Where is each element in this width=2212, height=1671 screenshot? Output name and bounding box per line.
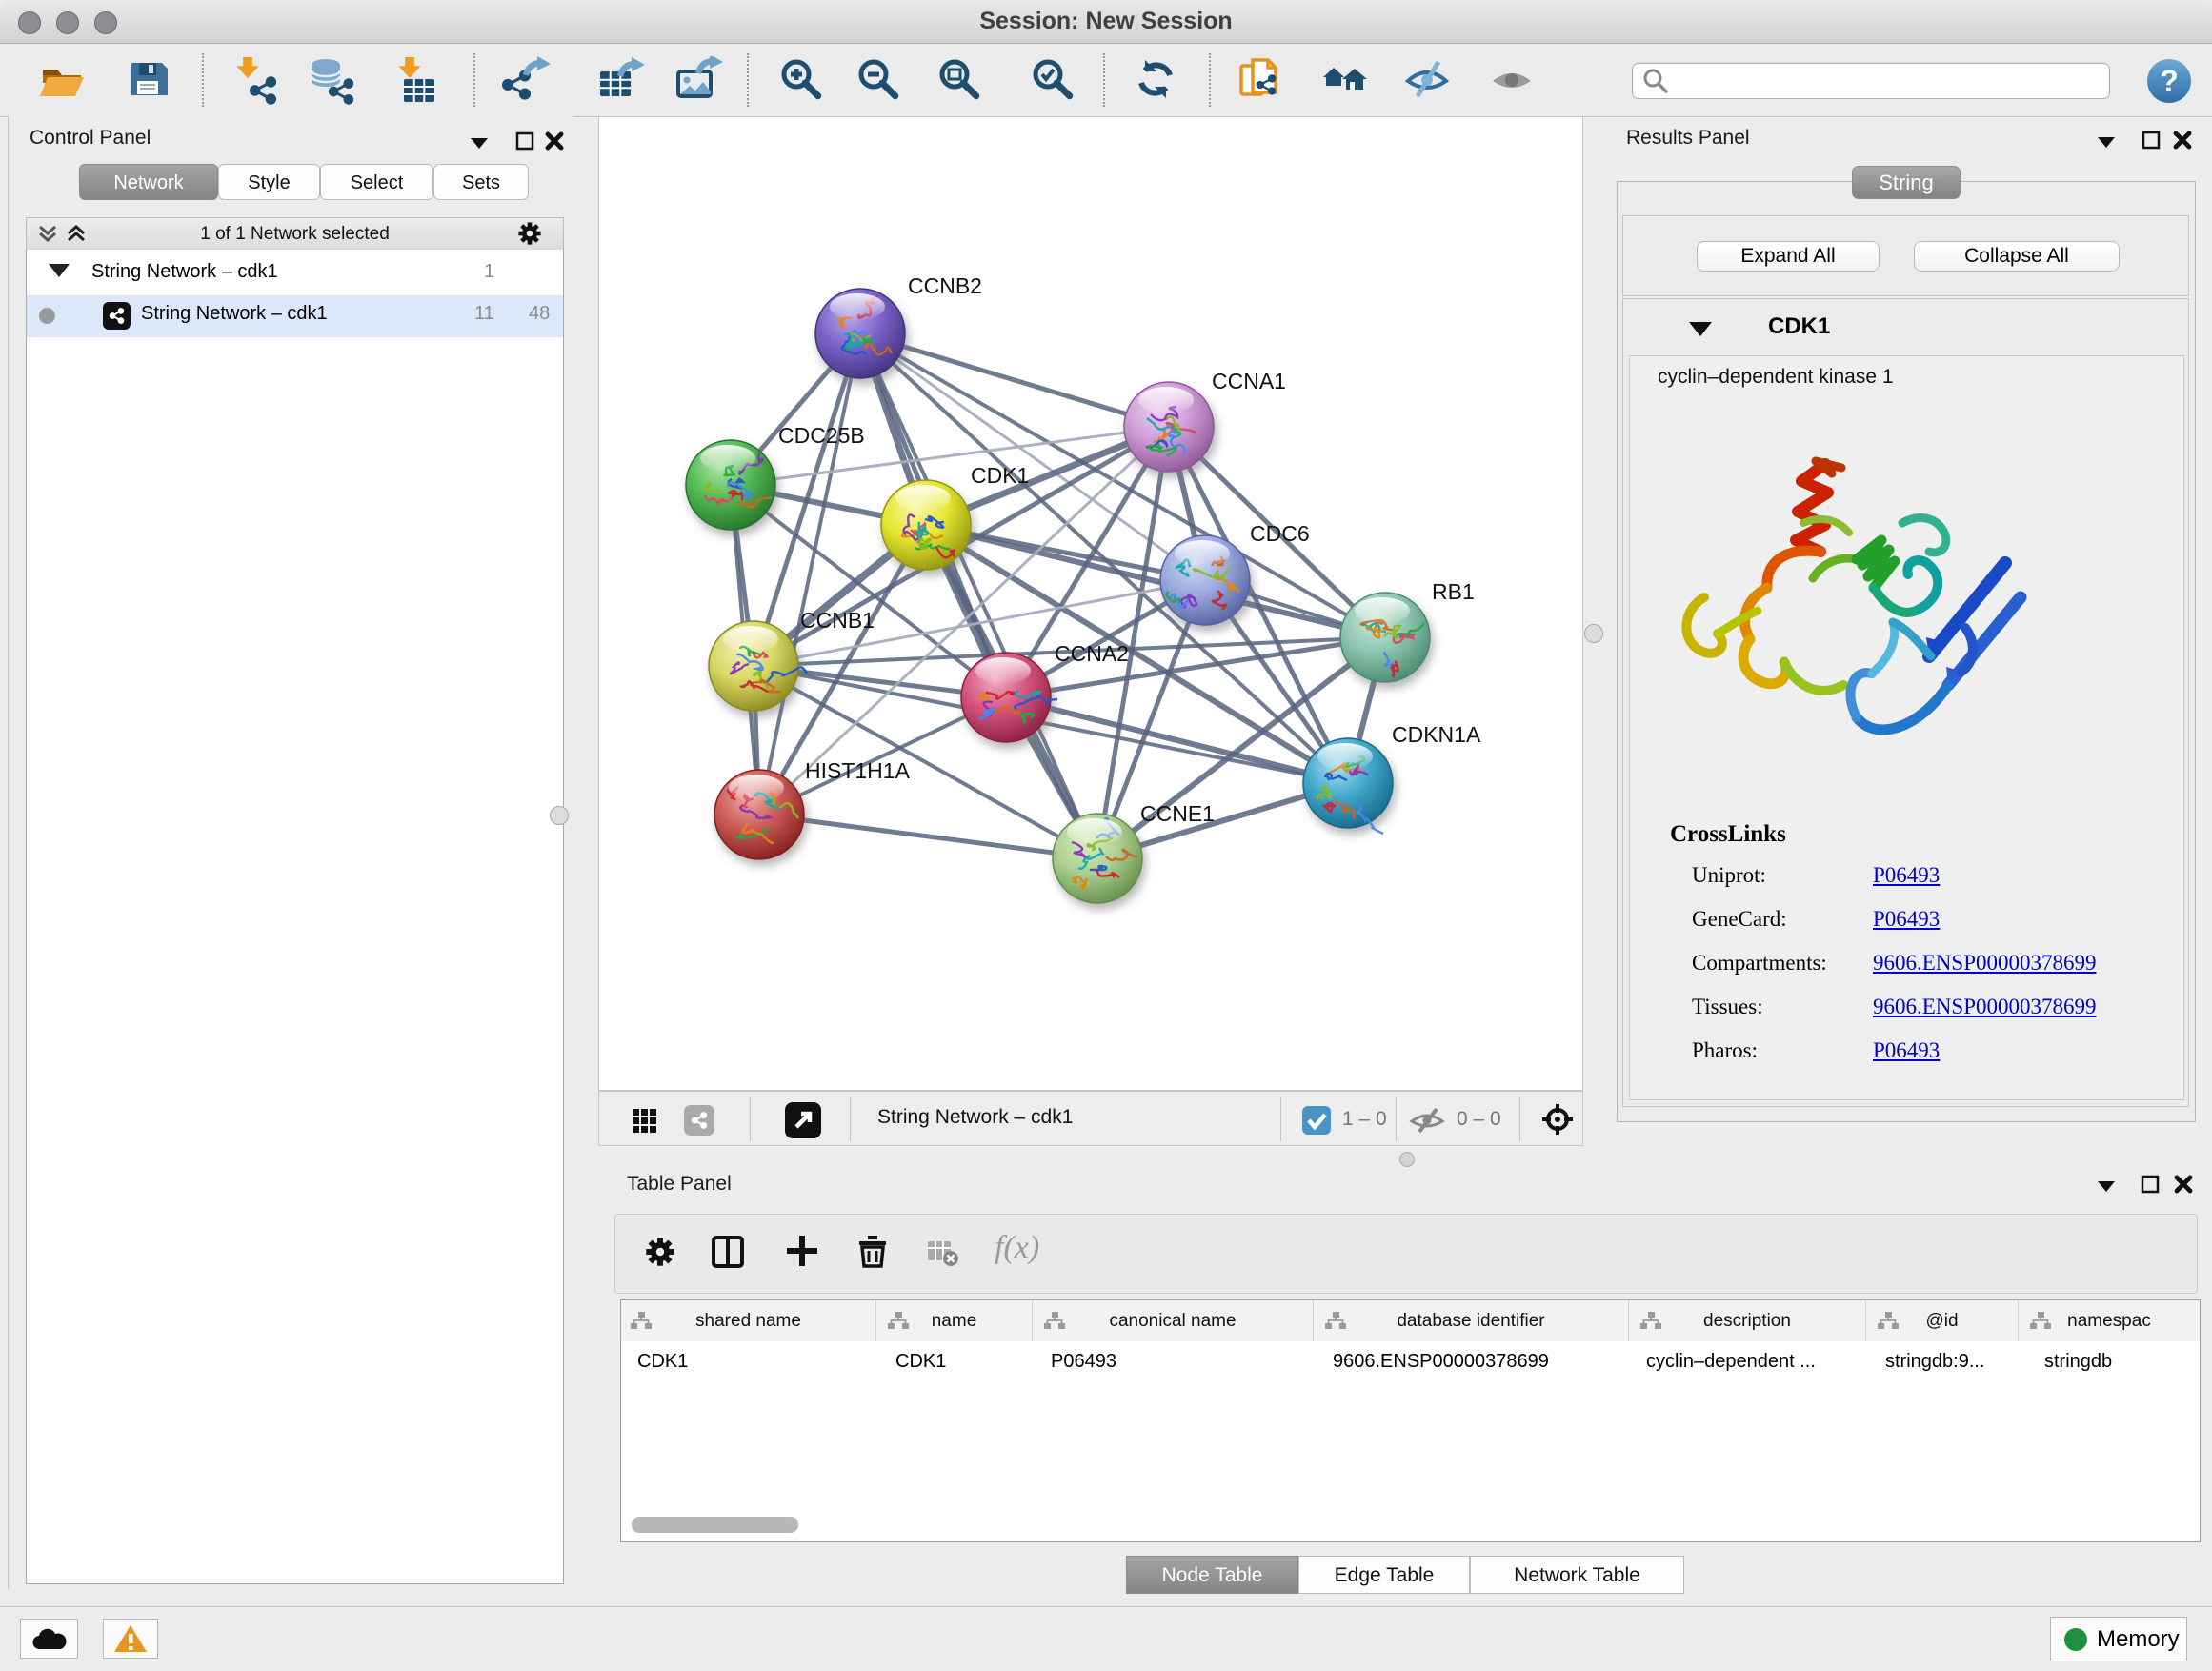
svg-text:CDC6: CDC6 (1250, 521, 1310, 546)
svg-text:CDKN1A: CDKN1A (1392, 722, 1481, 747)
svg-text:RB1: RB1 (1432, 579, 1475, 604)
svg-text:CDC25B: CDC25B (778, 423, 865, 448)
svg-text:CCNB1: CCNB1 (800, 608, 875, 633)
svg-text:CCNA2: CCNA2 (1055, 641, 1129, 666)
svg-text:?: ? (2160, 64, 2179, 98)
svg-text:CCNB2: CCNB2 (908, 273, 982, 298)
svg-text:CCNA1: CCNA1 (1212, 369, 1286, 393)
svg-text:CCNE1: CCNE1 (1140, 801, 1215, 826)
svg-text:HIST1H1A: HIST1H1A (805, 758, 911, 783)
svg-text:CDK1: CDK1 (971, 463, 1029, 488)
